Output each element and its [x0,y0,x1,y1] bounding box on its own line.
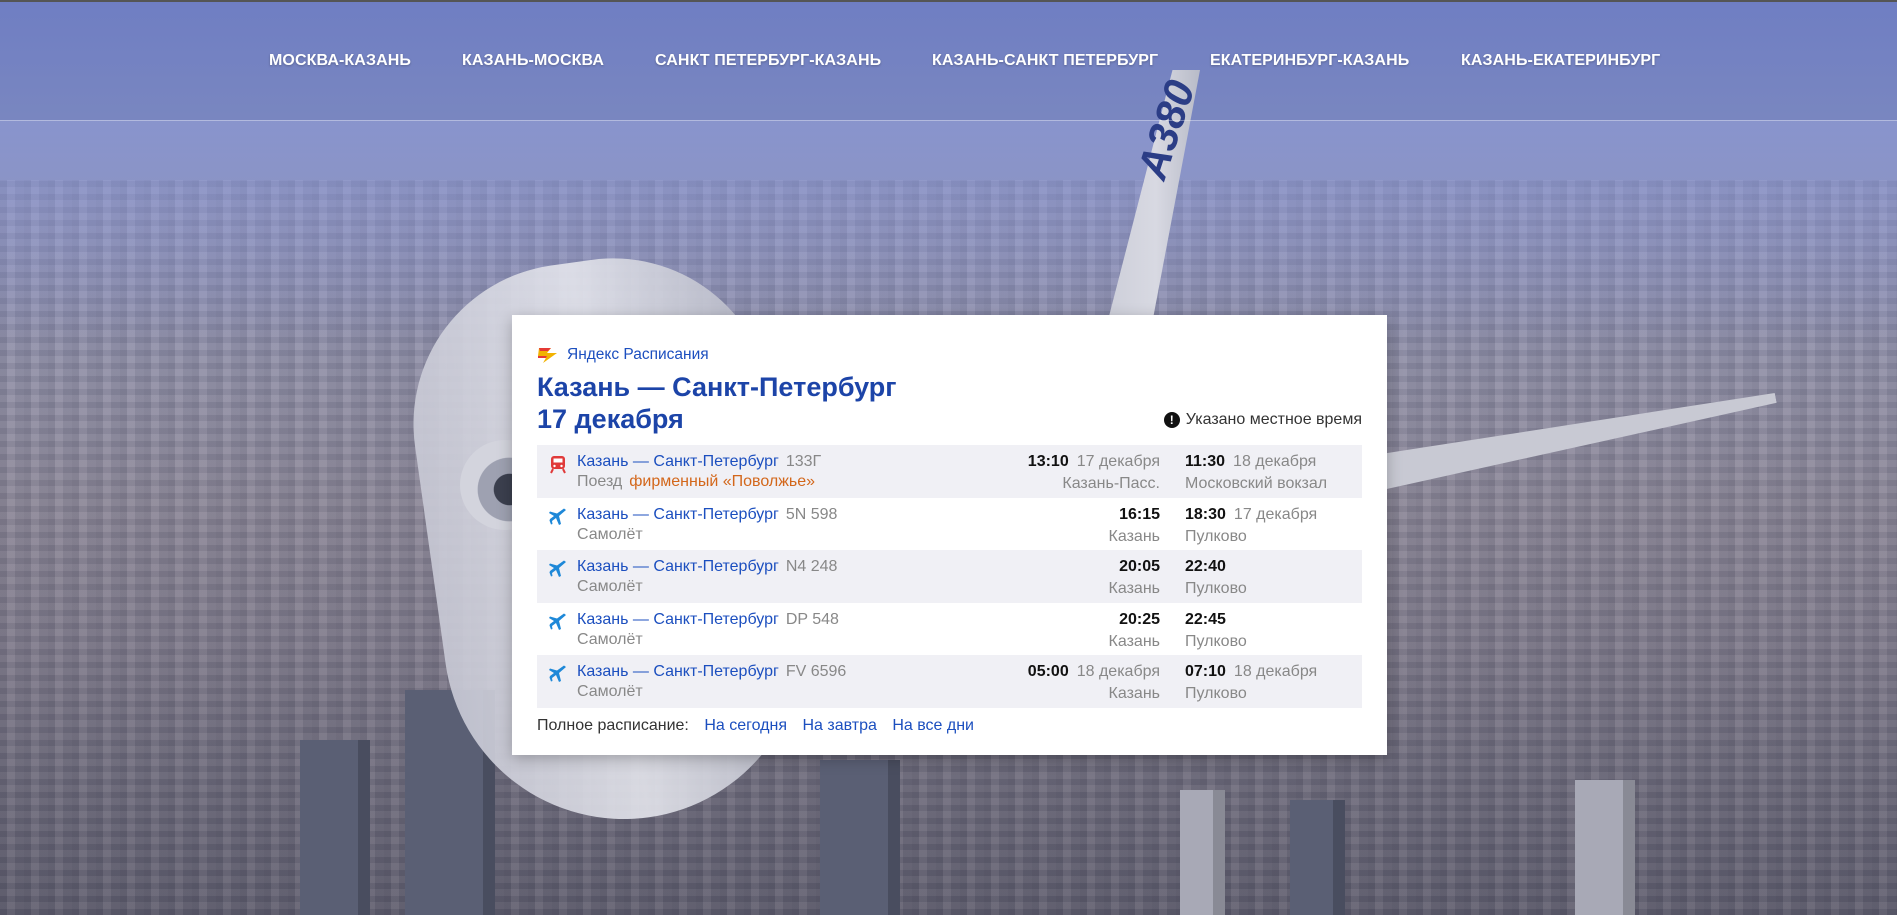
local-time-note-text: Указано местное время [1185,411,1362,428]
plane-icon [548,559,568,579]
arrival-date: 18 декабря [1233,453,1317,470]
arrival: 22:45 Пулково [1185,611,1247,651]
local-time-note: ! Указано местное время [1163,411,1362,429]
arrival-time: 18:30 [1185,505,1226,523]
train-icon [548,454,568,474]
transport-kind: Самолёт [577,525,643,543]
departure-time: 05:00 [1027,663,1069,680]
arrival-station: Пулково [1185,632,1247,650]
schedule-row[interactable]: Казань — Санкт-Петербург DP 548 Самолёт 2… [537,603,1362,656]
exclamation-icon: ! [1163,412,1180,428]
transport-kind: Самолёт [577,683,643,700]
transport-kind: Поезд фирменный «Поволжье» [577,473,815,491]
departure: 20:05 Казань [1109,558,1160,598]
schedule-row[interactable]: Казань — Санкт-Петербург 5N 598 Самолёт 1… [537,498,1362,551]
route-label: Казань — Санкт-Петербург [577,663,779,680]
route-link[interactable]: Казань — Санкт-Петербург N4 248 [577,558,837,576]
departure: 20:25 Казань [1109,611,1160,651]
link-tomorrow[interactable]: На завтра [802,717,876,734]
nav-link-moscow-kazan[interactable]: МОСКВА-КАЗАНЬ [269,52,411,70]
arrival: 18:30 17 декабря Пулково [1185,506,1317,546]
transport-kind-label: Поезд [577,473,623,490]
departure-station: Казань-Пасс. [1062,475,1160,492]
nav-link-spb-kazan[interactable]: САНКТ ПЕТЕРБУРГ-КАЗАНЬ [655,52,881,70]
departure-date: 17 декабря [1076,453,1160,470]
trip-number: FV 6596 [785,663,847,680]
route-link[interactable]: Казань — Санкт-Петербург 133Г [577,453,821,471]
schedule-row[interactable]: Казань — Санкт-Петербург N4 248 Самолёт 2… [537,550,1362,603]
nav-link-kazan-ekb[interactable]: КАЗАНЬ-ЕКАТЕРИНБУРГ [1461,52,1660,70]
route-link[interactable]: Казань — Санкт-Петербург FV 6596 [577,663,846,681]
departure: 16:15 Казань [1109,506,1160,546]
departure-station: Казань [1108,527,1160,545]
route-title[interactable]: Казань — Санкт-Петербург [537,371,1362,403]
transport-kind: Самолёт [577,630,643,648]
plane-icon [548,507,568,527]
trip-number: DP 548 [785,610,839,628]
route-link[interactable]: Казань — Санкт-Петербург DP 548 [577,611,839,629]
plane-icon [548,612,568,632]
arrival-date: 17 декабря [1233,505,1318,523]
arrival-station: Пулково [1185,580,1247,597]
schedule-list: Казань — Санкт-Петербург 133Г Поезд фирмен… [537,445,1362,708]
nav-link-ekb-kazan[interactable]: ЕКАТЕРИНБУРГ-КАЗАНЬ [1210,52,1409,70]
schedule-row[interactable]: Казань — Санкт-Петербург FV 6596 Самолёт … [537,655,1362,708]
arrival-time: 22:40 [1185,558,1226,575]
arrival-station: Пулково [1185,685,1247,702]
transport-kind: Самолёт [577,578,643,595]
building [1290,800,1345,915]
train-brand-name: фирменный «Поволжье» [629,473,816,490]
route-label: Казань — Санкт-Петербург [577,453,779,470]
nav-link-kazan-moscow[interactable]: КАЗАНЬ-МОСКВА [462,52,604,70]
departure-time: 16:15 [1119,505,1160,523]
departure-date: 18 декабря [1076,663,1160,680]
departure: 13:10 17 декабря Казань-Пасс. [1028,453,1160,493]
brand-label: Яндекс Расписания [567,346,709,363]
building [1180,790,1225,915]
arrival-station: Московский вокзал [1185,475,1328,492]
departure-time: 20:25 [1119,610,1160,628]
haze [0,120,1897,340]
yandex-schedule-logo-icon [537,345,559,365]
link-today[interactable]: На сегодня [704,717,787,734]
building [1575,780,1635,915]
departure: 05:00 18 декабря Казань [1028,663,1160,703]
schedule-widget: Яндекс Расписания Казань — Санкт-Петербу… [512,315,1387,755]
full-schedule-label: Полное расписание: [537,717,689,734]
arrival-date: 18 декабря [1233,663,1318,680]
arrival-station: Пулково [1185,527,1247,545]
arrival-time: 11:30 [1185,453,1226,470]
arrival: 22:40 Пулково [1185,558,1247,598]
departure-time: 13:10 [1027,453,1069,470]
full-schedule-links: Полное расписание: На сегодня На завтра … [537,717,974,735]
schedule-row[interactable]: Казань — Санкт-Петербург 133Г Поезд фирмен… [537,445,1362,498]
nav-link-kazan-spb[interactable]: КАЗАНЬ-САНКТ ПЕТЕРБУРГ [932,52,1158,70]
trip-number: 5N 598 [785,505,838,523]
departure-station: Казань [1108,580,1160,597]
trip-number: 133Г [785,453,822,470]
top-nav: МОСКВА-КАЗАНЬ КАЗАНЬ-МОСКВА САНКТ ПЕТЕРБ… [0,0,1897,121]
plane-icon [548,664,568,684]
building [300,740,370,915]
route-label: Казань — Санкт-Петербург [577,505,779,523]
building [820,760,900,915]
arrival: 11:30 18 декабря Московский вокзал [1185,453,1327,493]
route-label: Казань — Санкт-Петербург [577,610,779,628]
arrival: 07:10 18 декабря Пулково [1185,663,1317,703]
trip-number: N4 248 [785,558,838,575]
arrival-time: 07:10 [1185,663,1226,680]
departure-time: 20:05 [1119,558,1160,575]
link-all-days[interactable]: На все дни [892,717,974,734]
departure-station: Казань [1108,632,1160,650]
route-link[interactable]: Казань — Санкт-Петербург 5N 598 [577,506,837,524]
arrival-time: 22:45 [1185,610,1226,628]
departure-station: Казань [1108,685,1160,702]
route-label: Казань — Санкт-Петербург [577,558,779,575]
brand[interactable]: Яндекс Расписания [537,345,1362,365]
